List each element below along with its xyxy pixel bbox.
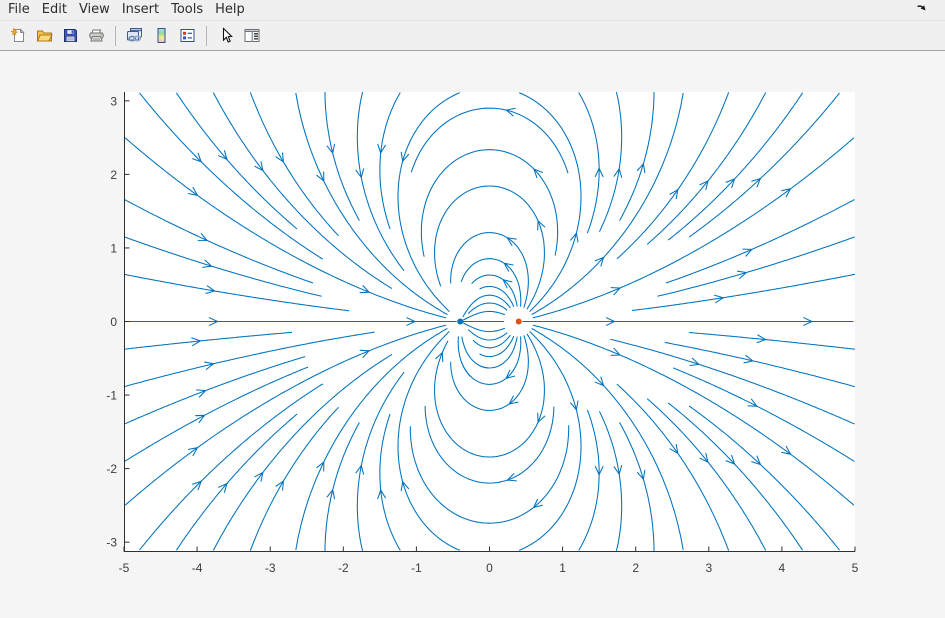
open-file-button[interactable] xyxy=(32,24,56,48)
plot-browser-icon xyxy=(243,27,261,44)
new-figure-button[interactable] xyxy=(6,24,30,48)
toolbar-separator xyxy=(115,26,116,46)
colorbar-icon xyxy=(153,27,170,44)
menu-item-edit[interactable]: Edit xyxy=(36,0,73,20)
insert-colorbar-button[interactable] xyxy=(149,24,173,48)
x-tick-label: 5 xyxy=(852,561,859,575)
open-folder-icon xyxy=(36,27,53,44)
insert-legend-button[interactable] xyxy=(175,24,199,48)
dock-arrow-icon[interactable] xyxy=(915,2,929,16)
sink-marker xyxy=(457,319,463,325)
x-tick-label: 0 xyxy=(486,561,493,575)
x-tick-label: -3 xyxy=(265,561,276,575)
link-figure-button[interactable] xyxy=(123,24,147,48)
y-tick-label: 3 xyxy=(110,94,117,108)
x-tick-label: -4 xyxy=(192,561,203,575)
y-tick-label: 1 xyxy=(110,241,117,255)
x-tick-label: -2 xyxy=(338,561,349,575)
print-figure-button[interactable] xyxy=(84,24,108,48)
plot-browser-button[interactable] xyxy=(240,24,264,48)
y-tick-label: 2 xyxy=(110,168,117,182)
x-tick-label: -1 xyxy=(411,561,422,575)
streamline-plot: -5 -4 -3 -2 -1 0 1 2 3 4 5 -3 -2 -1 0 1 2 3 xyxy=(0,51,945,618)
toolbar xyxy=(0,21,945,51)
x-tick-label: 1 xyxy=(559,561,566,575)
menu-item-insert[interactable]: Insert xyxy=(116,0,165,20)
menu-item-file[interactable]: File xyxy=(2,0,36,20)
x-tick-label: 4 xyxy=(779,561,786,575)
edit-plot-button[interactable] xyxy=(214,24,238,48)
x-tick-label: 2 xyxy=(632,561,639,575)
menu-item-view[interactable]: View xyxy=(73,0,116,20)
save-figure-button[interactable] xyxy=(58,24,82,48)
legend-icon xyxy=(179,27,196,44)
menu-bar: FileEditViewInsertToolsHelp xyxy=(0,0,945,21)
menu-item-tools[interactable]: Tools xyxy=(165,0,209,20)
source-marker xyxy=(516,319,522,325)
toolbar-separator xyxy=(206,26,207,46)
figure-canvas: -5 -4 -3 -2 -1 0 1 2 3 4 5 -3 -2 -1 0 1 2 3 xyxy=(0,51,945,618)
link-figure-icon xyxy=(126,27,144,44)
pointer-icon xyxy=(218,27,235,44)
x-tick-label: -5 xyxy=(119,561,130,575)
y-tick-label: -2 xyxy=(106,462,117,476)
new-document-icon xyxy=(10,27,27,44)
save-icon xyxy=(62,27,79,44)
x-tick-label: 3 xyxy=(705,561,712,575)
y-tick-label: -3 xyxy=(106,536,117,550)
y-tick-label: -1 xyxy=(106,389,117,403)
menu-item-help[interactable]: Help xyxy=(209,0,251,20)
y-tick-label: 0 xyxy=(110,315,117,329)
figure-window: FileEditViewInsertToolsHelp -5 -4 -3 -2 -1 0 1… xyxy=(0,0,945,618)
print-icon xyxy=(88,27,105,44)
